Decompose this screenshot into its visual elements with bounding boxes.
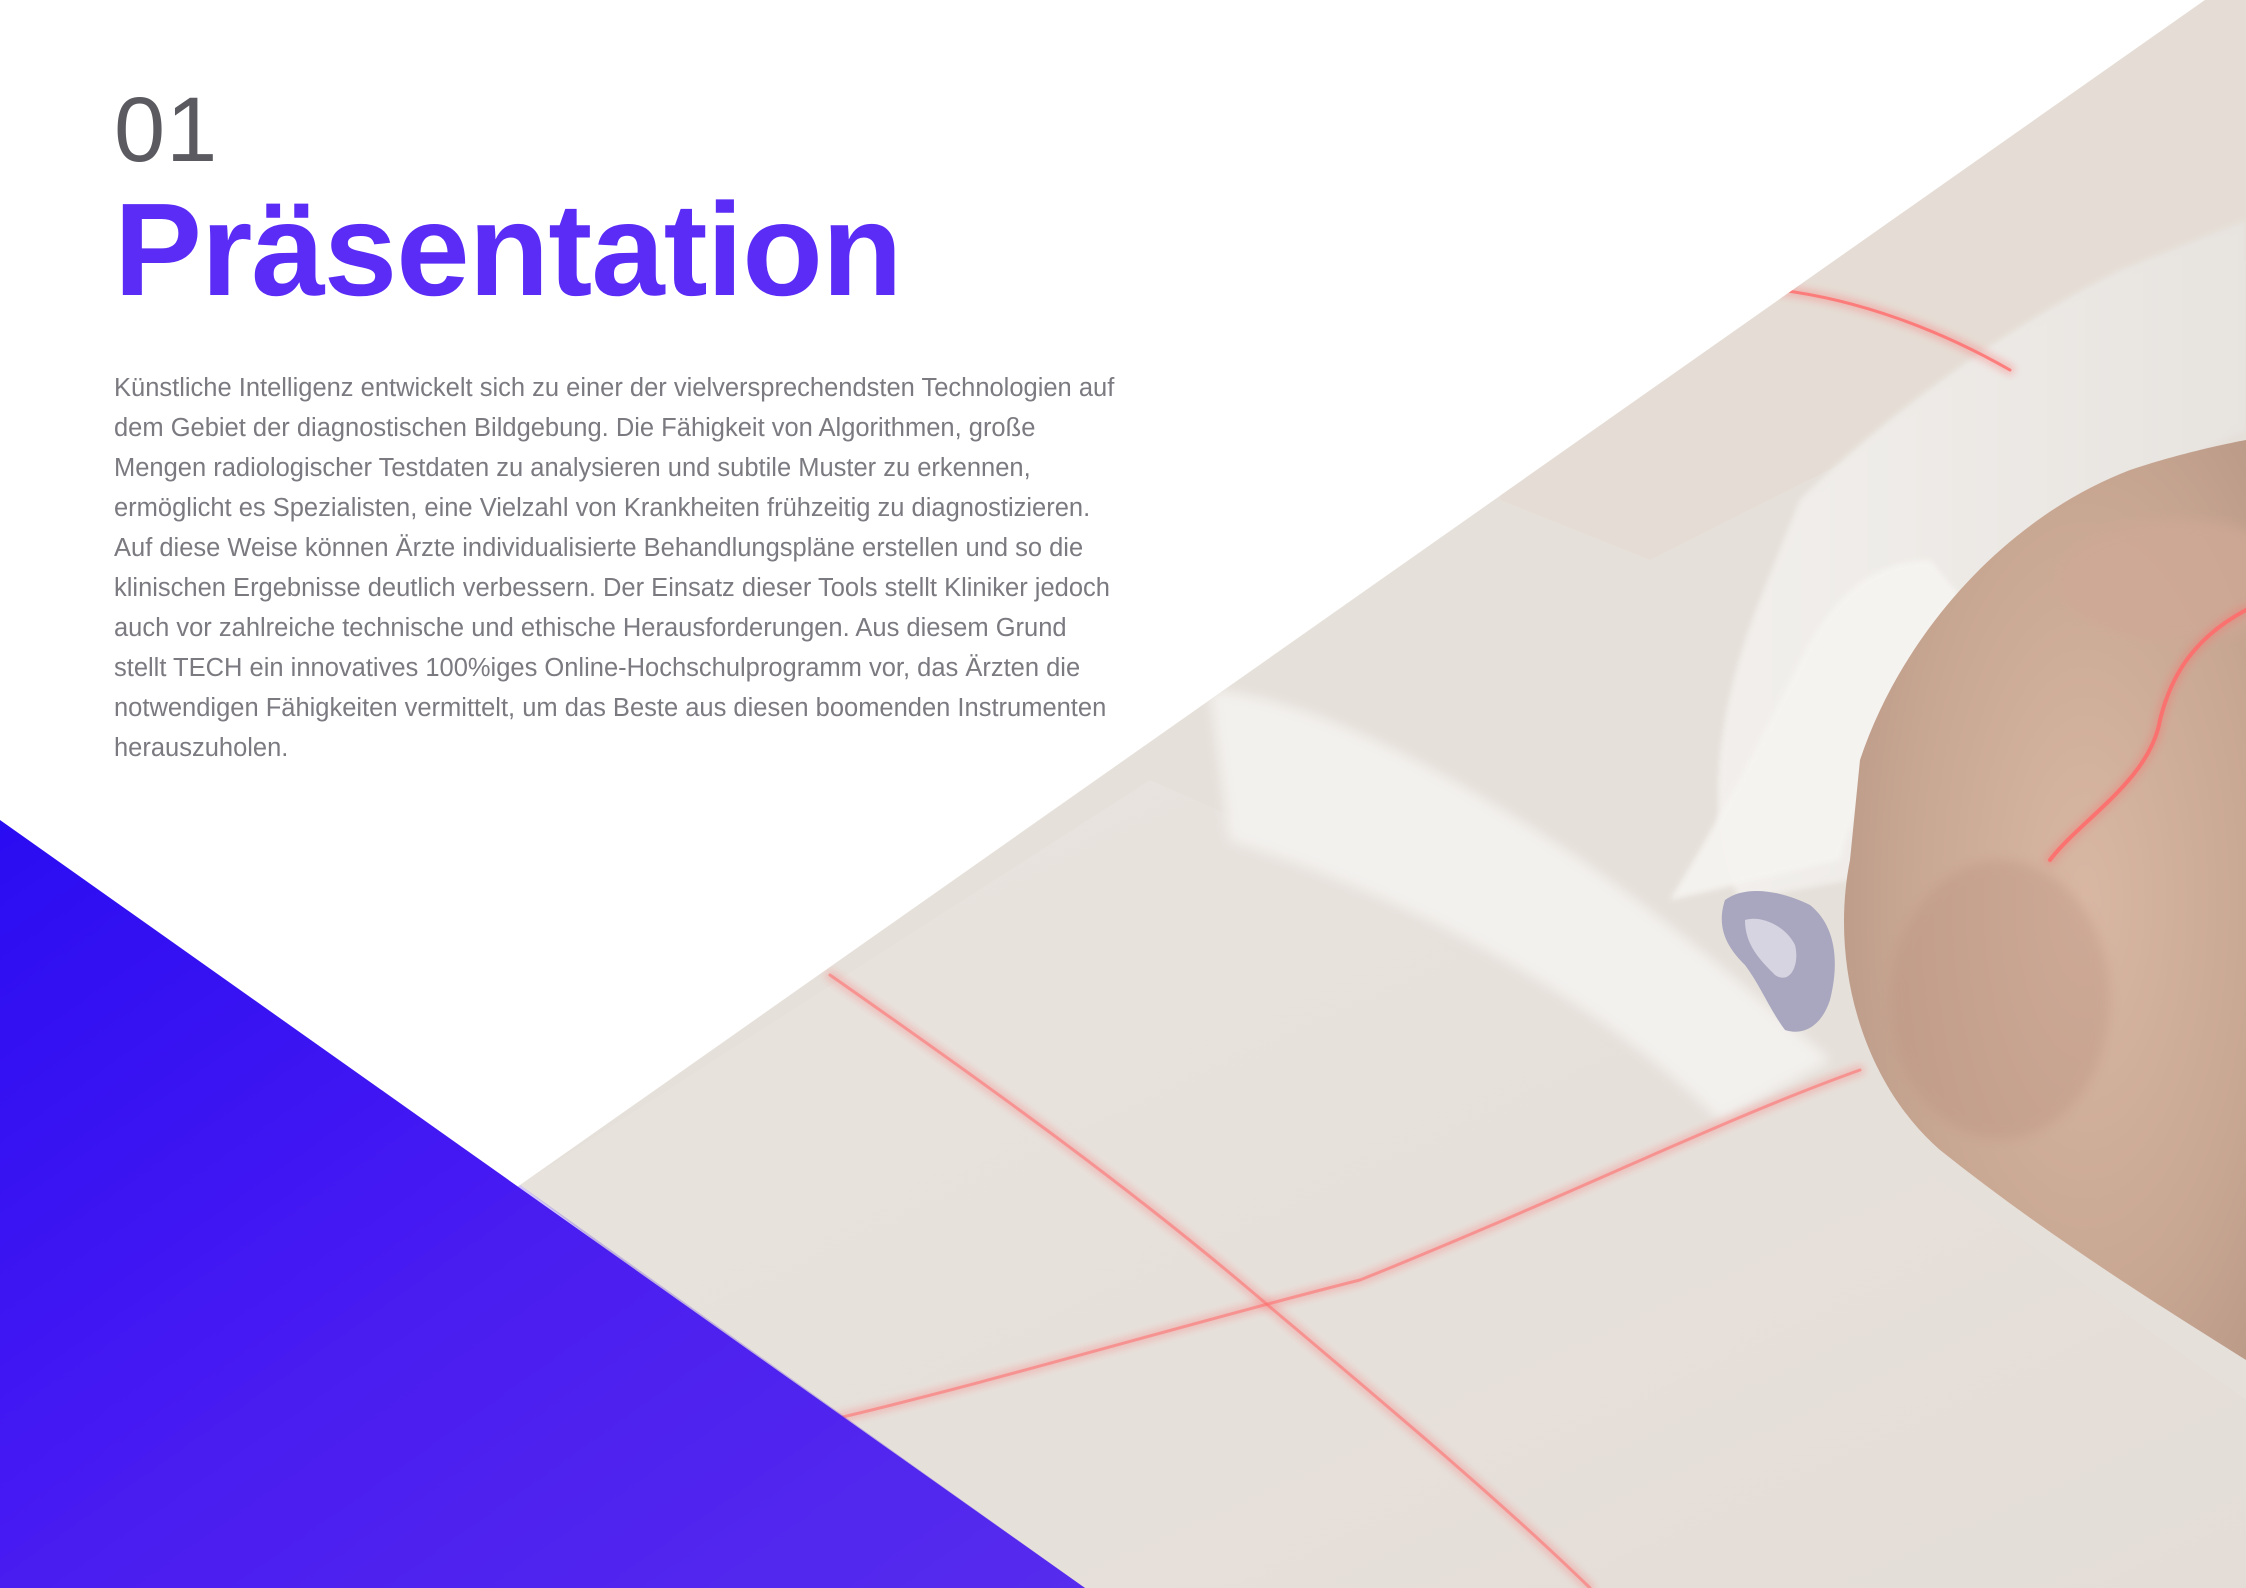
section-number: 01 xyxy=(114,79,219,181)
body-paragraph: Künstliche Intelligenz entwickelt sich z… xyxy=(114,374,1115,762)
intro-section: 01 Präsentation Künstliche Intelligenz e… xyxy=(114,80,1124,768)
section-title: Präsentation xyxy=(114,176,903,323)
page: 01 Präsentation Künstliche Intelligenz e… xyxy=(0,0,2246,1588)
